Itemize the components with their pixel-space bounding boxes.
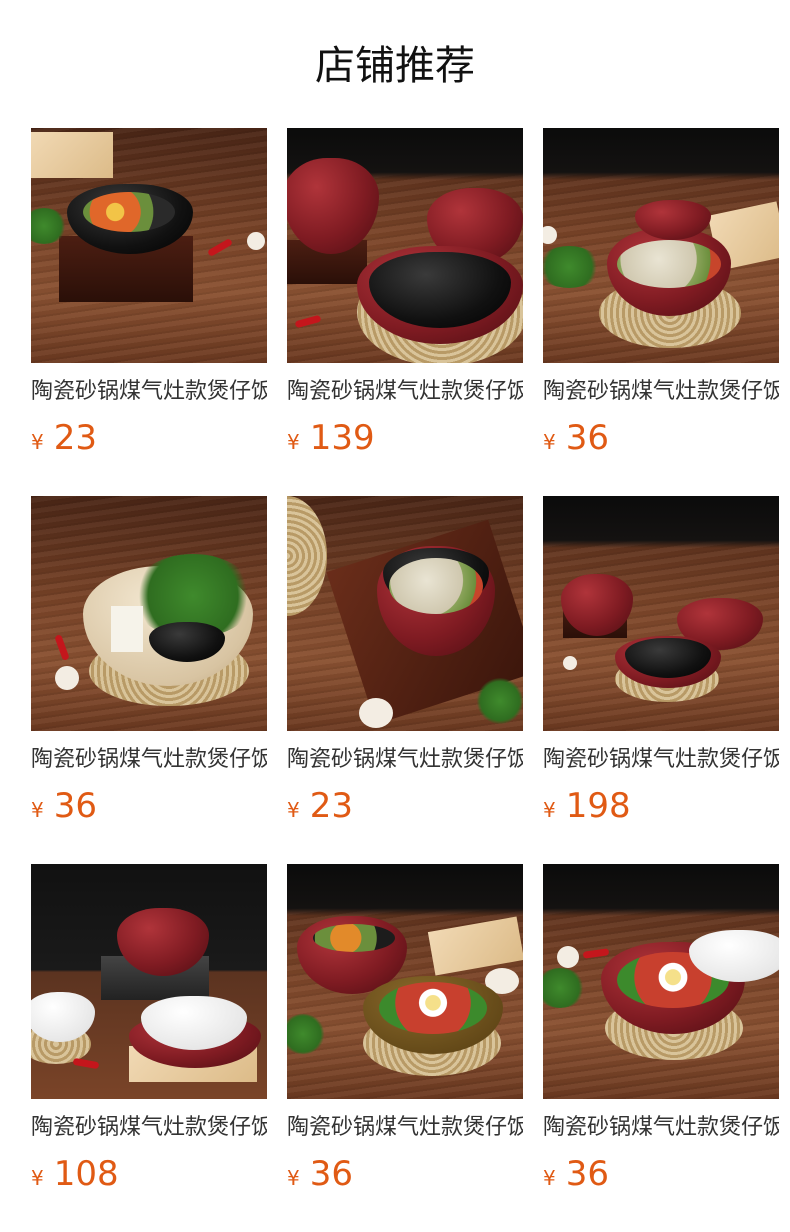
product-name[interactable]: 陶瓷砂锅煤气灶款煲仔饭	[31, 744, 267, 776]
product-image[interactable]	[543, 864, 779, 1099]
product-card[interactable]: 陶瓷砂锅煤气灶款煲仔饭 ¥139	[287, 128, 523, 468]
price-amount: 198	[565, 786, 631, 826]
product-image[interactable]	[543, 128, 779, 363]
product-card[interactable]: 陶瓷砂锅煤气灶款煲仔饭 ¥23	[31, 128, 267, 468]
page-title: 店铺推荐	[315, 43, 475, 89]
product-price: ¥36	[543, 1152, 609, 1196]
product-card[interactable]: 陶瓷砂锅煤气灶款煲仔饭 ¥36	[31, 496, 267, 836]
currency-symbol: ¥	[287, 1166, 300, 1190]
product-image[interactable]	[287, 496, 523, 731]
product-image[interactable]	[31, 496, 267, 731]
price-amount: 36	[53, 786, 97, 826]
product-image[interactable]	[287, 864, 523, 1099]
product-price: ¥198	[543, 784, 631, 828]
product-price: ¥36	[543, 416, 609, 460]
product-name[interactable]: 陶瓷砂锅煤气灶款煲仔饭	[287, 744, 523, 776]
price-amount: 36	[565, 1154, 609, 1194]
product-card[interactable]: 陶瓷砂锅煤气灶款煲仔饭 ¥108	[31, 864, 267, 1204]
product-name[interactable]: 陶瓷砂锅煤气灶款煲仔饭	[543, 1112, 779, 1144]
price-amount: 108	[53, 1154, 119, 1194]
product-image[interactable]	[31, 128, 267, 363]
product-image[interactable]	[543, 496, 779, 731]
price-amount: 36	[565, 418, 609, 458]
currency-symbol: ¥	[543, 430, 556, 454]
currency-symbol: ¥	[31, 430, 44, 454]
product-price: ¥139	[287, 416, 375, 460]
product-name[interactable]: 陶瓷砂锅煤气灶款煲仔饭	[287, 376, 523, 408]
product-card[interactable]: 陶瓷砂锅煤气灶款煲仔饭 ¥36	[543, 128, 779, 468]
product-image[interactable]	[287, 128, 523, 363]
price-amount: 139	[309, 418, 375, 458]
currency-symbol: ¥	[287, 430, 300, 454]
product-name[interactable]: 陶瓷砂锅煤气灶款煲仔饭	[543, 744, 779, 776]
price-amount: 23	[53, 418, 97, 458]
currency-symbol: ¥	[31, 798, 44, 822]
product-price: ¥36	[31, 784, 97, 828]
currency-symbol: ¥	[287, 798, 300, 822]
product-price: ¥108	[31, 1152, 119, 1196]
product-name[interactable]: 陶瓷砂锅煤气灶款煲仔饭	[543, 376, 779, 408]
currency-symbol: ¥	[31, 1166, 44, 1190]
product-name[interactable]: 陶瓷砂锅煤气灶款煲仔饭	[31, 1112, 267, 1144]
product-card[interactable]: 陶瓷砂锅煤气灶款煲仔饭 ¥36	[287, 864, 523, 1204]
product-card[interactable]: 陶瓷砂锅煤气灶款煲仔饭 ¥23	[287, 496, 523, 836]
product-name[interactable]: 陶瓷砂锅煤气灶款煲仔饭	[31, 376, 267, 408]
product-card[interactable]: 陶瓷砂锅煤气灶款煲仔饭 ¥36	[543, 864, 779, 1204]
currency-symbol: ¥	[543, 1166, 556, 1190]
price-amount: 36	[309, 1154, 353, 1194]
product-image[interactable]	[31, 864, 267, 1099]
product-price: ¥36	[287, 1152, 353, 1196]
product-price: ¥23	[31, 416, 97, 460]
currency-symbol: ¥	[543, 798, 556, 822]
product-card[interactable]: 陶瓷砂锅煤气灶款煲仔饭 ¥198	[543, 496, 779, 836]
product-name[interactable]: 陶瓷砂锅煤气灶款煲仔饭	[287, 1112, 523, 1144]
price-amount: 23	[309, 786, 353, 826]
product-price: ¥23	[287, 784, 353, 828]
